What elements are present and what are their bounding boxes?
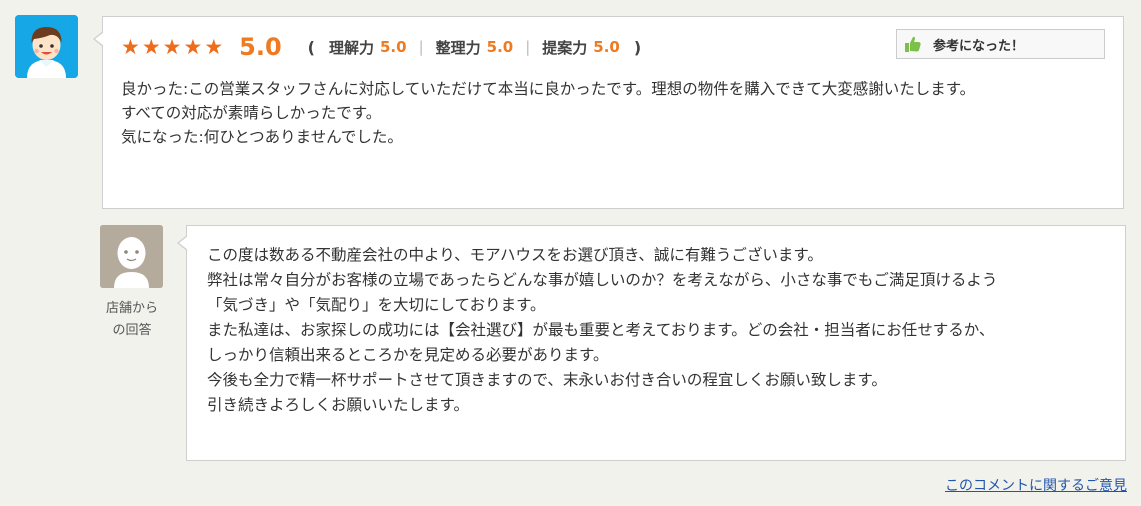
subscore-value: 5.0 [593,38,620,56]
shop-caption-line: 店舗から [105,301,158,316]
subscore-label: 理解力 [328,38,374,57]
reviewer-face-icon [15,15,78,78]
close-paren: ) [633,37,642,57]
review-card: ★ ★ ★ ★ ★ 5.0 ( 理解力 5.0 | 整理力 5.0 | 提案力 … [93,16,1124,209]
reply-line: 「気づき」や「気配り」を大切にしております。 [207,296,546,314]
helpful-button[interactable]: 参考になった！ [896,29,1105,59]
separator: | [525,38,531,56]
star-icon: ★ [183,34,203,59]
open-paren: ( [307,37,315,57]
reply-line: また私達は、お家探しの成功には【会社選び】が最も重要と考えております。どの会社・… [207,321,995,339]
thumbs-up-icon [905,36,921,52]
star-icon: ★ [121,34,140,59]
star-icon: ★ [141,34,161,59]
shop-reply-card: この度は数ある不動産会社の中より、モアハウスをお選び頂き、誠に有難うございます。… [177,225,1126,461]
reply-line: 今後も全力で精一杯サポートさせて頂きますので、末永いお付き合いの程宜しくお願い致… [207,371,887,389]
overall-score: 5.0 [239,33,282,61]
shop-avatar [100,225,163,288]
reply-line: しっかり信頼出来るところかを見定める必要があります。 [207,346,609,364]
rating-row: ★ ★ ★ ★ ★ 5.0 ( 理解力 5.0 | 整理力 5.0 | 提案力 … [121,31,641,63]
subscore-value: 5.0 [379,38,407,56]
subscore-value: 5.0 [486,38,514,56]
shop-reply-caption: 店舗から の回答 [92,298,172,342]
star-icon: ★ [204,34,224,59]
comment-feedback-link[interactable]: このコメントに関するご意見 [945,475,1127,495]
shop-person-icon [100,225,163,288]
subscore-label: 整理力 [435,38,481,57]
review-text: 良かった:この営業スタッフさんに対応していただけて本当に良かったです。理想の物件… [121,77,1111,149]
reply-line: 引き続きよろしくお願いいたします。 [207,396,469,414]
reply-line: この度は数ある不動産会社の中より、モアハウスをお選び頂き、誠に有難うございます。 [207,246,823,264]
reply-line: 弊社は常々自分がお客様の立場であったらどんな事が嬉しいのか？を考えながら、小さな… [207,271,998,289]
subscore-proposal: 提案力 5.0 [542,37,620,58]
subscore-understanding: 理解力 5.0 [329,37,407,58]
helpful-button-label: 参考になった！ [933,38,1025,54]
star-rating: ★ ★ ★ ★ ★ [121,34,224,59]
separator: | [418,38,424,56]
reply-text: この度は数ある不動産会社の中より、モアハウスをお選び頂き、誠に有難うございます。… [207,243,1112,418]
review-line: 良かった:この営業スタッフさんに対応していただけて本当に良かったです。理想の物件… [121,80,976,98]
subscore-label: 提案力 [542,38,588,57]
shop-caption-line: の回答 [112,323,152,338]
review-line: すべての対応が素晴らしかったです。 [121,104,382,122]
review-line: 気になった:何ひとつありませんでした。 [121,128,403,146]
reviewer-avatar [15,15,78,78]
star-icon: ★ [162,34,182,59]
subscore-organization: 整理力 5.0 [436,37,514,58]
subscore-group: ( 理解力 5.0 | 整理力 5.0 | 提案力 5.0 ) [308,37,642,58]
